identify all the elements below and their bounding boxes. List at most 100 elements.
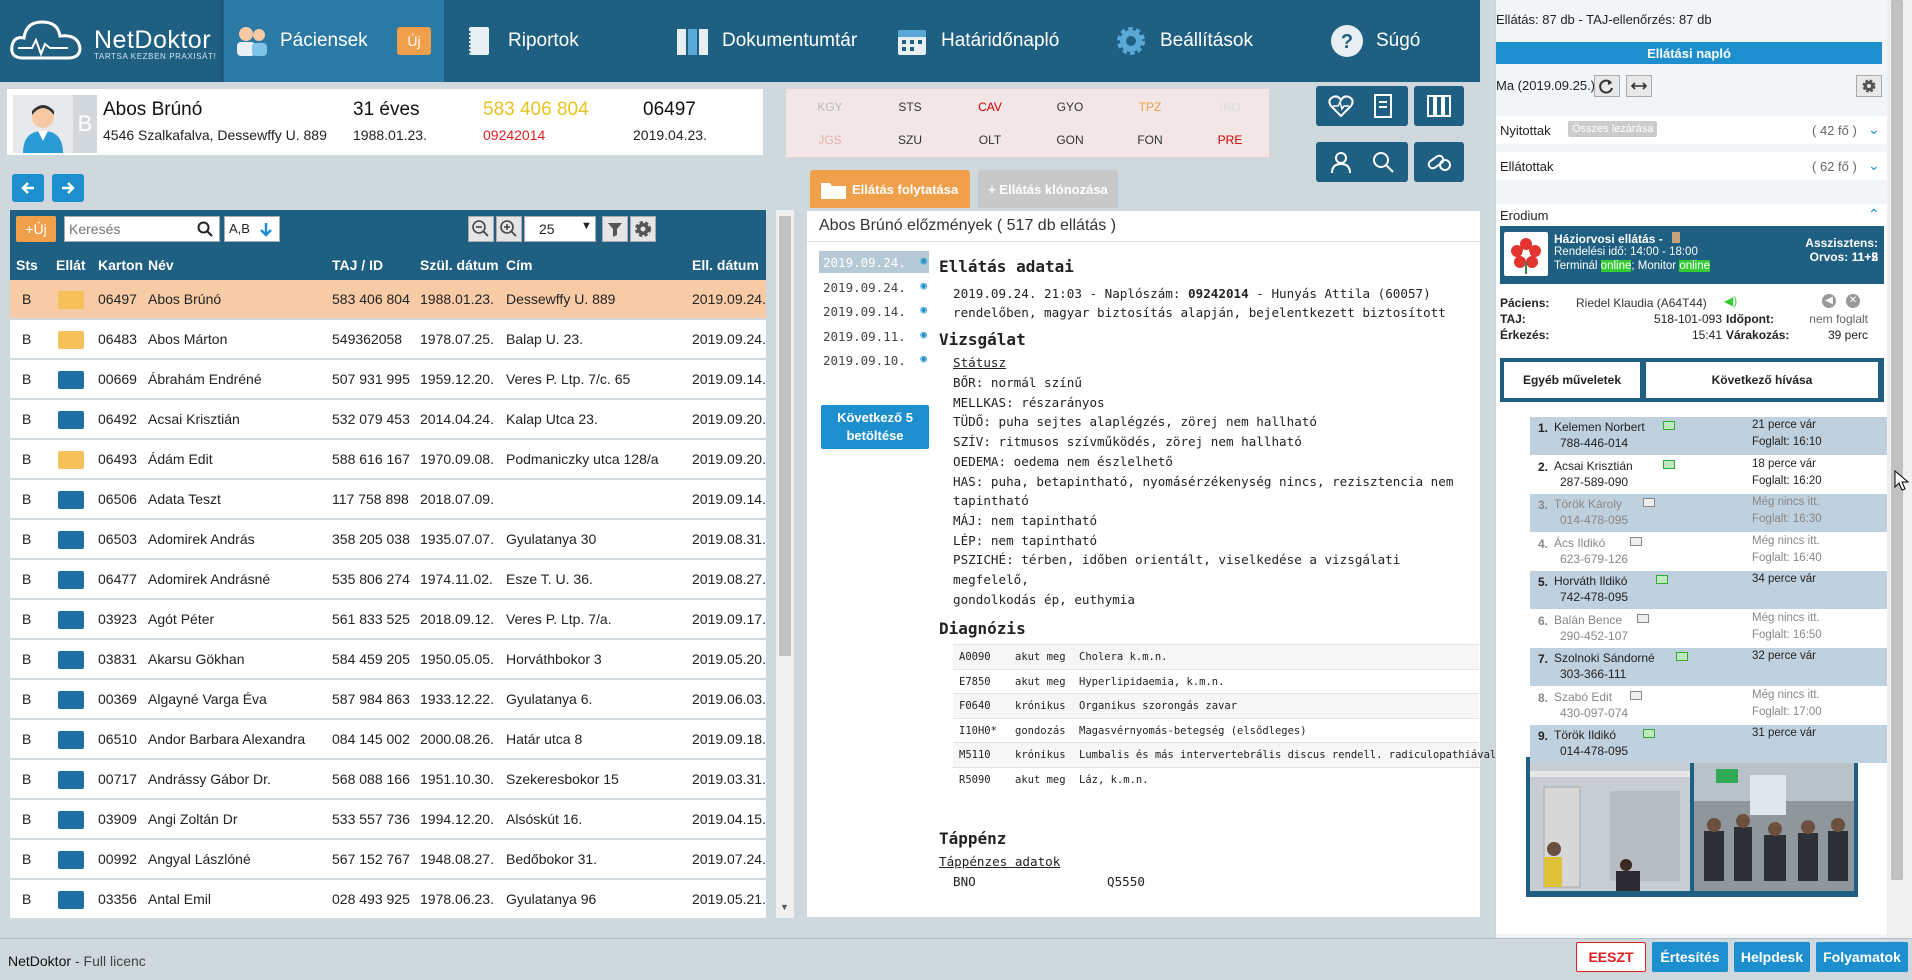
flag-fon[interactable]: FON xyxy=(1110,133,1190,147)
folder-icon[interactable] xyxy=(58,731,84,749)
table-row[interactable]: B 06510 Andor Barbara Alexandra 084 145 002… xyxy=(10,720,766,759)
search-input[interactable] xyxy=(69,220,189,238)
close-all-button[interactable]: Összes lezárása xyxy=(1568,121,1658,137)
zoom-out-button[interactable] xyxy=(468,216,494,242)
history-date-item[interactable]: 2019.09.10. ◉ xyxy=(819,349,929,371)
care-log-button[interactable]: Ellátási napló xyxy=(1496,42,1882,64)
diagnosis-row[interactable]: A0090 akut meg Cholera k.m.n. xyxy=(953,644,1479,669)
chevron-down-icon[interactable]: ⌄ xyxy=(1868,121,1880,138)
call-next-button[interactable]: Következő hívása xyxy=(1646,362,1878,398)
search-record-button[interactable] xyxy=(1358,142,1408,182)
flag-jgs[interactable]: JGS xyxy=(790,133,870,147)
col-visit-date[interactable]: Ell. dátum xyxy=(692,257,759,273)
helpdesk-button[interactable]: Helpdesk xyxy=(1734,942,1810,972)
folder-icon[interactable] xyxy=(58,571,84,589)
col-dob[interactable]: Szül. dátum xyxy=(420,257,499,273)
logo[interactable]: NetDoktor TARTSA KEZBEN PRAXISÁT! xyxy=(0,0,222,82)
binders-button[interactable] xyxy=(1414,86,1464,126)
diagnosis-row[interactable]: M5110 krónikus Lumbalis és más interverteb… xyxy=(953,742,1496,767)
prev-patient-button[interactable] xyxy=(12,174,44,202)
table-row[interactable]: B 00992 Angyal Lászlóné 567 152 767 1948.08.… xyxy=(10,840,766,879)
page-scrollbar[interactable] xyxy=(1887,0,1912,938)
table-row[interactable]: B 06483 Abos Márton 549362058 1978.07.25. Bal… xyxy=(10,320,766,359)
flag-gyo[interactable]: GYO xyxy=(1030,100,1110,114)
folder-icon[interactable] xyxy=(58,371,84,389)
folder-icon[interactable] xyxy=(58,851,84,869)
queue-item[interactable]: 7. Szolnoki Sándorné 303-366-111 32 perce v… xyxy=(1530,648,1890,686)
camera-feed-2[interactable] xyxy=(1694,761,1854,891)
served-row[interactable]: Ellátottak ( 62 fő ) ⌄ xyxy=(1496,152,1888,180)
col-ellat[interactable]: Ellát xyxy=(56,257,86,273)
search-box[interactable] xyxy=(64,216,220,242)
table-row[interactable]: B 06497 Abos Brúnó 583 406 804 1988.01.23. De… xyxy=(10,280,766,319)
new-patient-badge[interactable]: Új xyxy=(397,27,431,55)
history-date-item[interactable]: 2019.09.11. ◉ xyxy=(819,325,929,347)
history-date-item[interactable]: 2019.09.14. ◉ xyxy=(819,300,929,322)
diagnosis-row[interactable]: R5090 akut meg Láz, k.m.n. xyxy=(953,766,1479,792)
col-sts[interactable]: Sts xyxy=(16,257,38,273)
list-scrollbar[interactable]: ▼ xyxy=(776,210,794,918)
add-patient-button[interactable]: +Új xyxy=(16,216,56,242)
folder-icon[interactable] xyxy=(58,611,84,629)
open-folder-icon[interactable] xyxy=(58,291,84,309)
list-settings-button[interactable] xyxy=(630,216,656,242)
history-date-item[interactable]: 2019.09.24. ◉ xyxy=(819,276,929,298)
diagnosis-row[interactable]: E7850 akut meg Hyperlipidaemia, k.m.n. xyxy=(953,668,1479,694)
table-row[interactable]: B 06503 Adomirek András 358 205 038 1935.07.… xyxy=(10,520,766,559)
diagnosis-row[interactable]: I10H0* gondozás Magasvérnyomás-betegség (e… xyxy=(953,717,1479,743)
open-cases-row[interactable]: Nyitottak Összes lezárása ( 42 fő ) ⌄ xyxy=(1496,116,1888,144)
next-patient-button[interactable] xyxy=(52,174,84,202)
table-row[interactable]: B 00369 Algayné Varga Éva 587 984 863 1933.1… xyxy=(10,680,766,719)
flag-ind[interactable]: IND xyxy=(1190,100,1270,114)
table-row[interactable]: B 00717 Andrássy Gábor Dr. 568 088 166 1951.… xyxy=(10,760,766,799)
queue-item[interactable]: 1. Kelemen Norbert 788-446-014 21 perce vár… xyxy=(1530,417,1890,455)
queue-item[interactable]: 6. Balán Bence 290-452-107 Még nincs itt. Fo… xyxy=(1530,610,1890,648)
folder-icon[interactable] xyxy=(58,811,84,829)
document-button[interactable] xyxy=(1358,86,1408,126)
chevron-down-icon[interactable]: ⌄ xyxy=(1868,157,1880,174)
nav-documents[interactable]: Dokumentumtár xyxy=(676,0,857,82)
queue-item[interactable]: 4. Ács Ildikó 623-679-126 Még nincs itt. Fog… xyxy=(1530,533,1890,571)
page-scrollbar-thumb[interactable] xyxy=(1891,0,1903,880)
filter-button[interactable] xyxy=(602,216,628,242)
page-size-select[interactable]: 25 ▼ xyxy=(524,216,596,242)
status-link[interactable]: Státusz xyxy=(939,353,1479,373)
flag-olt[interactable]: OLT xyxy=(950,133,1030,147)
table-row[interactable]: B 06506 Adata Teszt 117 758 898 2018.07.09. 2… xyxy=(10,480,766,519)
table-row[interactable]: B 03831 Akarsu Gökhan 584 459 205 1950.05.05… xyxy=(10,640,766,679)
eeszt-button[interactable]: EESZT xyxy=(1576,942,1646,972)
flag-gon[interactable]: GON xyxy=(1030,133,1110,147)
refresh-button[interactable] xyxy=(1594,75,1620,97)
col-address[interactable]: Cím xyxy=(506,257,532,273)
table-row[interactable]: B 03909 Angi Zoltán Dr 533 557 736 1994.12.2… xyxy=(10,800,766,839)
zoom-in-button[interactable] xyxy=(496,216,522,242)
table-row[interactable]: B 03356 Antal Emil 028 493 925 1978.06.23. Gy… xyxy=(10,880,766,919)
processes-button[interactable]: Folyamatok xyxy=(1816,942,1908,972)
flag-tpz[interactable]: TPZ xyxy=(1110,100,1190,114)
col-name[interactable]: Név xyxy=(148,257,174,273)
back-icon[interactable]: ◀ xyxy=(1822,294,1836,308)
table-row[interactable]: B 06493 Ádám Edit 588 616 167 1970.09.08. Pod… xyxy=(10,440,766,479)
sort-toggle[interactable]: A,B xyxy=(224,216,280,242)
open-folder-icon[interactable] xyxy=(58,331,84,349)
queue-item[interactable]: 3. Török Károly 014-478-095 Még nincs itt. F… xyxy=(1530,494,1890,532)
speaker-icon[interactable]: ◀) xyxy=(1724,294,1737,308)
folder-icon[interactable] xyxy=(58,531,84,549)
nav-help[interactable]: ? Súgó xyxy=(1330,0,1420,82)
list-scrollbar-thumb[interactable] xyxy=(779,216,791,656)
scroll-down-icon[interactable]: ▼ xyxy=(780,902,789,912)
load-more-button[interactable]: Következő 5 betöltése xyxy=(821,405,929,449)
close-icon[interactable]: ✕ xyxy=(1846,294,1860,308)
table-row[interactable]: B 06477 Adomirek Andrásné 535 806 274 1974.1… xyxy=(10,560,766,599)
diagnosis-row[interactable]: F0640 krónikus Organikus szorongás zavar xyxy=(953,693,1479,718)
folder-icon[interactable] xyxy=(58,651,84,669)
folder-icon[interactable] xyxy=(58,491,84,509)
other-actions-button[interactable]: Egyéb műveletek xyxy=(1504,362,1640,398)
flag-szu[interactable]: SZU xyxy=(870,133,950,147)
queue-item[interactable]: 5. Horváth Ildikó 742-478-095 34 perce vár xyxy=(1530,571,1890,609)
notifications-button[interactable]: Értesítés xyxy=(1652,942,1728,972)
nav-settings[interactable]: Beállítások xyxy=(1114,0,1253,82)
table-row[interactable]: B 06492 Acsai Krisztián 532 079 453 2014.04.… xyxy=(10,400,766,439)
camera-feed-1[interactable] xyxy=(1530,761,1690,891)
folder-icon[interactable] xyxy=(58,691,84,709)
